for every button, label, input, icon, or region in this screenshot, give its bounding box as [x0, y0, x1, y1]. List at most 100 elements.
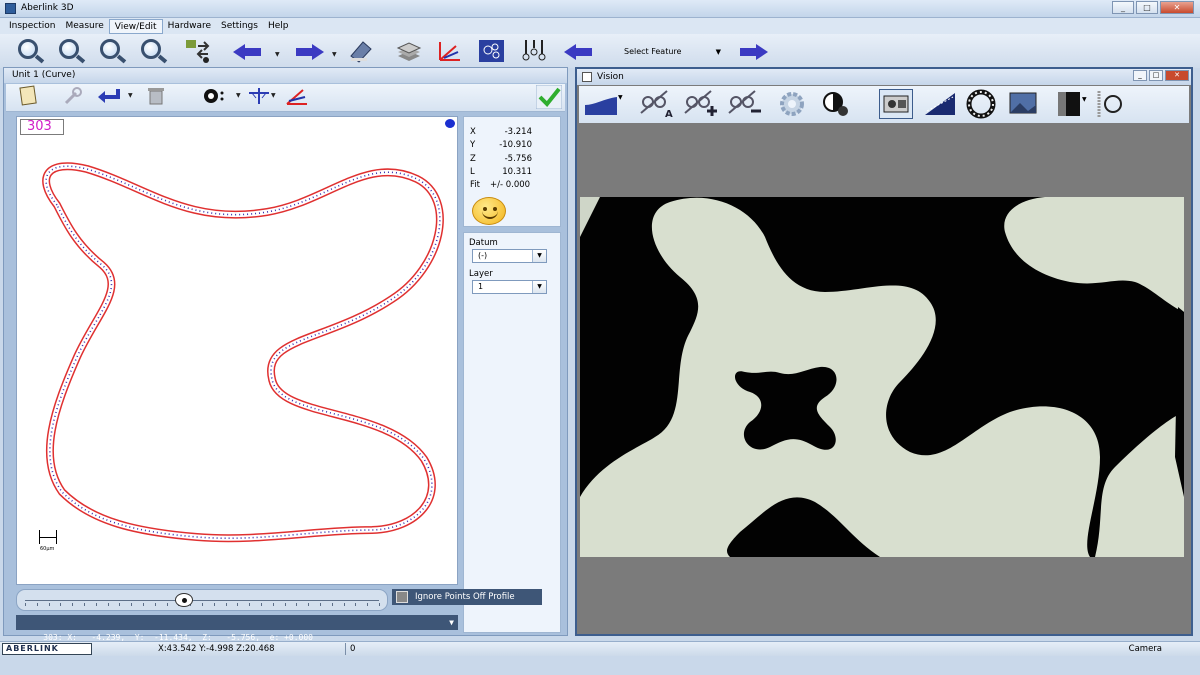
- delete-icon[interactable]: [145, 85, 167, 107]
- zoom-out-icon[interactable]: [57, 38, 85, 64]
- slider-tick: [60, 603, 62, 606]
- chevron-down-icon: ▼: [532, 281, 546, 293]
- slider-tick: [367, 603, 369, 606]
- coord-fit: Fit +/- 0.000: [470, 180, 531, 190]
- menu-measure[interactable]: Measure: [61, 19, 109, 34]
- transfer-icon[interactable]: [184, 38, 212, 64]
- slider-tick: [249, 603, 251, 606]
- point-spread-icon[interactable]: [246, 85, 272, 107]
- vision-title-bar: Vision _ □ ✕: [577, 69, 1191, 85]
- notes-icon[interactable]: [18, 85, 40, 107]
- chevron-down-icon: ▼: [532, 250, 546, 262]
- vision-close-button[interactable]: ✕: [1165, 70, 1189, 81]
- redo-arrow-icon[interactable]: [288, 38, 324, 64]
- return-dropdown-icon[interactable]: ▼: [128, 92, 133, 99]
- accept-check-icon[interactable]: [535, 84, 563, 110]
- slider-tick: [72, 603, 74, 606]
- circles-icon[interactable]: [478, 38, 506, 64]
- vision-maximize-button[interactable]: □: [1149, 70, 1163, 81]
- chevron-down-icon[interactable]: ▼: [449, 615, 454, 630]
- vision-window-controls: _ □ ✕: [1133, 70, 1189, 81]
- point-info-bar[interactable]: 303: X: -4.239, Y: -11.434, Z: -5.756, e…: [16, 615, 458, 642]
- probe-icon[interactable]: [520, 38, 548, 64]
- profile-curve-plot: [42, 162, 444, 543]
- select-feature-dropdown[interactable]: Select Feature ▼: [601, 45, 721, 59]
- feature-type-icon[interactable]: [202, 85, 228, 107]
- slider-tick: [331, 603, 333, 606]
- slider-tick: [84, 603, 85, 606]
- back-arrow-icon[interactable]: [564, 38, 600, 64]
- app-icon: [5, 3, 16, 14]
- machine-position: X:43.542 Y:-4.998 Z:20.468: [158, 644, 275, 654]
- slider-tick: [272, 603, 274, 606]
- unit-toolbar: ▼ ▼ ▼: [6, 84, 565, 112]
- zoom-icon[interactable]: [16, 38, 44, 64]
- menu-hardware[interactable]: Hardware: [163, 19, 216, 34]
- zoom-previous-icon[interactable]: [98, 38, 126, 64]
- add-edge-icon[interactable]: [681, 89, 721, 119]
- menu-help[interactable]: Help: [263, 19, 294, 34]
- remove-edge-icon[interactable]: [725, 89, 765, 119]
- camera-icon[interactable]: [879, 89, 913, 119]
- contrast-gradient-icon[interactable]: [923, 89, 957, 119]
- zoom-all-icon[interactable]: [139, 38, 167, 64]
- unit-panel: Unit 1 (Curve) ▼ ▼ ▼ 303 60µm X -3.214 Y…: [3, 67, 568, 642]
- menu-view-edit[interactable]: View/Edit: [108, 18, 163, 34]
- maximize-button[interactable]: □: [1136, 1, 1158, 14]
- minimize-button[interactable]: _: [1112, 1, 1134, 14]
- ring-light-icon[interactable]: [964, 89, 998, 119]
- settings-gear-icon[interactable]: [775, 89, 809, 119]
- ignore-points-toggle[interactable]: Ignore Points Off Profile: [392, 589, 542, 605]
- redo-dropdown-icon[interactable]: ▼: [332, 51, 337, 58]
- chevron-down-icon: ▼: [715, 48, 721, 56]
- datum-axes-small-icon[interactable]: [284, 85, 310, 107]
- scale-bar: 60µm: [39, 530, 57, 552]
- eraser-icon[interactable]: [347, 38, 375, 64]
- camera-view[interactable]: [580, 197, 1184, 557]
- undo-arrow-icon[interactable]: [233, 38, 269, 64]
- coord-z: Z -5.756: [470, 154, 532, 164]
- image-capture-icon[interactable]: [1007, 89, 1041, 119]
- profile-curve-inner: [43, 163, 443, 541]
- lighting-icon[interactable]: [819, 89, 853, 119]
- slider-tick: [48, 603, 50, 606]
- vision-window-icon: [582, 72, 592, 82]
- vision-minimize-button[interactable]: _: [1133, 70, 1147, 81]
- smiley-status-icon: [472, 197, 506, 225]
- profile-canvas[interactable]: 303 60µm: [16, 116, 458, 585]
- ignore-points-checkbox[interactable]: [396, 591, 408, 603]
- status-divider: [345, 643, 346, 655]
- menu-inspection[interactable]: Inspection: [4, 19, 61, 34]
- measure-circle-icon[interactable]: [1093, 89, 1127, 119]
- point-slider[interactable]: [16, 589, 388, 611]
- layers-icon[interactable]: [395, 38, 423, 64]
- edge-find-a-icon[interactable]: A: [637, 89, 677, 120]
- menu-settings[interactable]: Settings: [216, 19, 263, 34]
- undo-dropdown-icon[interactable]: ▼: [275, 51, 280, 58]
- edge-profile-icon[interactable]: ▼: [583, 89, 623, 119]
- title-bar: Aberlink 3D _ □ ✕: [0, 0, 1200, 18]
- slider-tick: [237, 603, 239, 606]
- layer-select[interactable]: 1 ▼: [472, 280, 547, 294]
- svg-text:A: A: [665, 109, 673, 119]
- close-button[interactable]: ✕: [1160, 1, 1194, 14]
- slider-tick: [225, 603, 227, 606]
- datum-axes-icon[interactable]: [436, 38, 464, 64]
- point-spread-dropdown-icon[interactable]: ▼: [271, 92, 276, 99]
- select-feature-label: Select Feature: [624, 47, 682, 56]
- return-arrow-icon[interactable]: [96, 85, 126, 107]
- menu-bar: Inspection Measure View/Edit Hardware Se…: [0, 18, 1200, 34]
- forward-arrow-icon[interactable]: [732, 38, 768, 64]
- slider-tick: [320, 603, 321, 606]
- feature-type-dropdown-icon[interactable]: ▼: [236, 92, 241, 99]
- slider-tick: [213, 603, 215, 606]
- slider-tick: [202, 603, 203, 606]
- datum-select[interactable]: (-) ▼: [472, 249, 547, 263]
- wrench-icon[interactable]: [62, 85, 84, 107]
- unit-panel-title: Unit 1 (Curve): [4, 68, 567, 83]
- measured-points: [45, 165, 441, 539]
- camera-image: [580, 197, 1184, 557]
- status-count: 0: [350, 644, 356, 654]
- backlight-icon[interactable]: ▼: [1054, 89, 1088, 119]
- coordinates-box: X -3.214 Y -10.910 Z -5.756 L 10.311 Fit +/- …: [463, 116, 561, 227]
